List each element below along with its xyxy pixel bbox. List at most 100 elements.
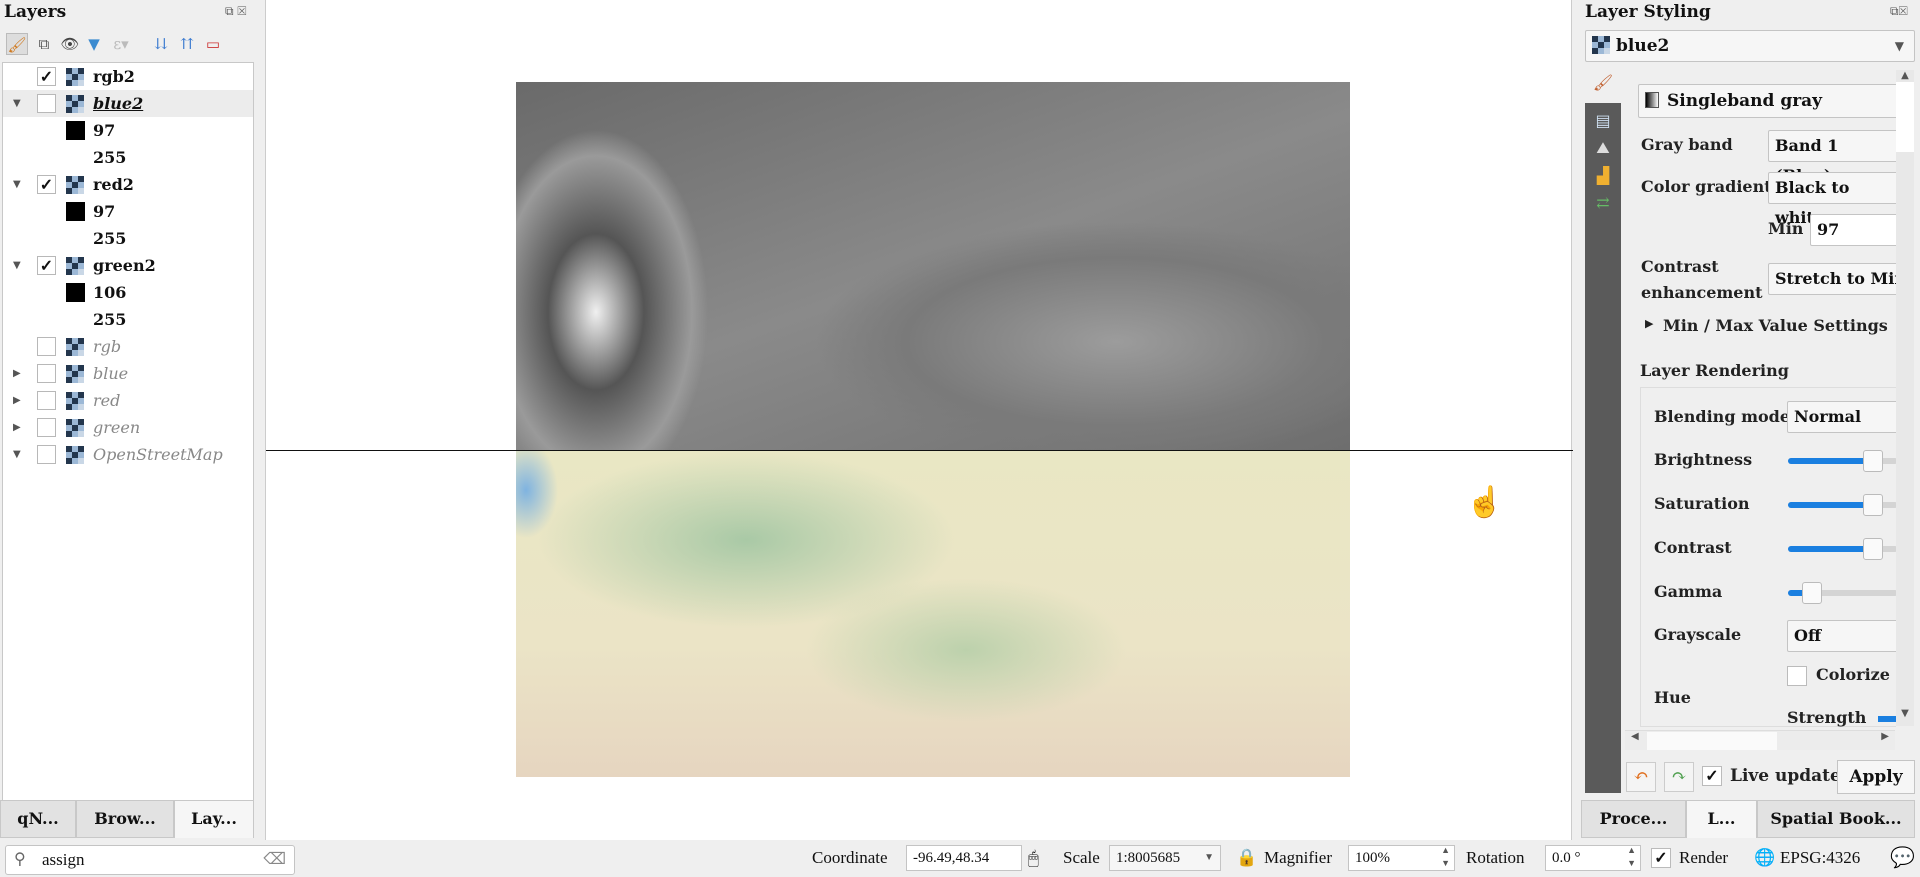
visibility-icon[interactable]: 👁 [59,33,81,55]
raster-layer-icon [66,95,84,113]
min-input[interactable]: 97 [1810,214,1900,246]
magnifier-input[interactable]: 100% ▲ ▼ [1348,845,1455,871]
blending-mode-select[interactable]: Normal [1787,401,1900,433]
colorize-label: Colorize [1816,665,1890,684]
saturation-slider[interactable] [1788,494,1898,516]
chevron-down-icon: ▼ [1894,39,1904,53]
crs-button[interactable]: EPSG:4326 [1780,848,1860,868]
legend-item: 97 [3,198,253,225]
expand-arrow-icon[interactable]: ▶ [1645,317,1653,330]
layer-visibility-checkbox[interactable] [37,94,56,113]
colorize-checkbox[interactable] [1787,666,1807,686]
strength-slider[interactable] [1878,716,1896,722]
layer-item-green[interactable]: ▶ green [3,414,253,441]
layer-selector[interactable]: blue2 ▼ [1585,30,1915,62]
apply-button[interactable]: Apply [1837,760,1915,794]
tab-processing[interactable]: Proce... [1581,800,1686,838]
hand-cursor-icon: ☝ [1466,485,1504,520]
layer-visibility-checkbox[interactable]: ✓ [37,175,56,194]
toggle-extents-icon[interactable]: 🖱 [1028,848,1039,869]
layer-item-rgb[interactable]: rgb [3,333,253,360]
tab-layer-styling[interactable]: L... [1686,800,1757,838]
expand-arrow-icon[interactable]: ▶ [13,360,21,387]
horizontal-scrollbar[interactable]: ◀ ▶ [1625,730,1895,750]
minmax-settings-toggle[interactable]: Min / Max Value Settings [1663,316,1888,335]
collapse-arrow-icon[interactable]: ▼ [13,252,21,279]
gray-band-label: Gray band [1641,135,1733,154]
rotation-label: Rotation [1466,848,1525,867]
symbology-icon[interactable]: 🖌 [1585,73,1621,103]
layer-visibility-checkbox[interactable]: ✓ [37,67,56,86]
layer-visibility-checkbox[interactable]: ✓ [37,256,56,275]
messages-icon[interactable]: 💬 [1890,845,1915,870]
grayscale-select[interactable]: Off [1787,620,1900,652]
remove-layer-icon[interactable]: ▭ [202,33,224,55]
color-gradient-select[interactable]: Black to white [1768,172,1900,227]
gray-band-select[interactable]: Band 1 (Blue) [1768,130,1900,185]
layer-item-openstreetmap[interactable]: ▼ OpenStreetMap [3,441,253,468]
layer-item-rgb2[interactable]: ✓ rgb2 [3,63,253,90]
expand-arrow-icon[interactable]: ▶ [13,414,21,441]
live-update-checkbox[interactable]: ✓ [1702,766,1722,786]
rotation-value: 0.0 ° [1552,850,1581,866]
add-group-icon[interactable]: ⧉ [33,33,55,55]
layer-item-green2[interactable]: ▼ ✓ green2 [3,252,253,279]
render-checkbox[interactable]: ✓ [1651,848,1671,868]
pyramids-icon[interactable]: ▟ [1585,166,1621,185]
hue-label: Hue [1654,688,1691,707]
float-close-icons[interactable]: ⧉☒ [1890,4,1908,19]
undo-button[interactable]: ↶ [1626,762,1656,792]
gamma-slider[interactable] [1788,582,1898,604]
lock-icon[interactable]: 🔒 [1236,848,1257,868]
layer-item-red[interactable]: ▶ red [3,387,253,414]
collapse-all-icon[interactable]: ⇈ [176,33,198,55]
layer-tree[interactable]: ✓ rgb2 ▼ blue2 97 255 ▼ ✓ red2 97 255 ▼ ✓ green2 106 25… [2,62,254,802]
scale-select[interactable]: 1:8005685 ▼ [1109,845,1221,871]
layer-name: red [93,391,121,410]
contrast-enhancement-select[interactable]: Stretch to MinM [1768,263,1900,295]
search-input[interactable]: assign [42,850,85,870]
tab-browser[interactable]: Brow... [76,800,174,838]
filter-expression-icon[interactable]: ε▾ [110,33,132,55]
filter-icon[interactable]: ▼ [83,33,105,55]
layer-visibility-checkbox[interactable] [37,445,56,464]
layer-visibility-checkbox[interactable] [37,337,56,356]
collapse-arrow-icon[interactable]: ▼ [13,171,21,198]
histogram-icon[interactable]: ⛰ [1585,138,1621,158]
clear-icon[interactable]: ⌫ [263,849,286,868]
vertical-scrollbar[interactable]: ▲ ▼ [1896,70,1914,726]
layer-visibility-checkbox[interactable] [37,364,56,383]
transparency-icon[interactable]: ▤ [1585,111,1621,130]
history-icon[interactable]: ⇄ [1585,193,1621,212]
globe-icon[interactable]: 🌐 [1754,848,1775,868]
render-label: Render [1679,848,1729,867]
collapse-arrow-icon[interactable]: ▼ [13,90,21,117]
layer-item-blue2[interactable]: ▼ blue2 [3,90,253,117]
layer-item-blue[interactable]: ▶ blue [3,360,253,387]
blending-mode-label: Blending mode [1654,407,1791,426]
coordinate-input[interactable]: -96.49,48.34 [906,845,1022,871]
locator-search[interactable]: ⚲ assign ⌫ [5,845,295,875]
brightness-slider[interactable] [1788,450,1898,472]
redo-button[interactable]: ↷ [1664,762,1694,792]
tab-qn[interactable]: qN... [0,800,76,838]
raster-layer-icon [66,446,84,464]
expand-arrow-icon[interactable]: ▶ [13,387,21,414]
raster-layer-icon [66,68,84,86]
map-canvas[interactable]: ☝ [265,0,1573,840]
tab-layers[interactable]: Lay... [174,800,254,838]
layer-visibility-checkbox[interactable] [37,418,56,437]
collapse-arrow-icon[interactable]: ▼ [13,441,21,468]
rotation-input[interactable]: 0.0 ° ▲ ▼ [1545,845,1641,871]
expand-all-icon[interactable]: ⇊ [150,33,172,55]
tab-spatial-bookmarks[interactable]: Spatial Book... [1757,800,1915,838]
layer-visibility-checkbox[interactable] [37,391,56,410]
renderer-selector[interactable]: Singleband gray [1638,84,1900,118]
color-gradient-label: Color gradient [1641,177,1772,196]
magnifier-label: Magnifier [1264,848,1332,867]
style-manager-icon[interactable]: 🖌 [6,33,28,55]
contrast-slider[interactable] [1788,538,1898,560]
raster-layer-icon [1592,36,1610,54]
float-close-icons[interactable]: ⧉ ☒ [225,4,246,19]
layer-item-red2[interactable]: ▼ ✓ red2 [3,171,253,198]
